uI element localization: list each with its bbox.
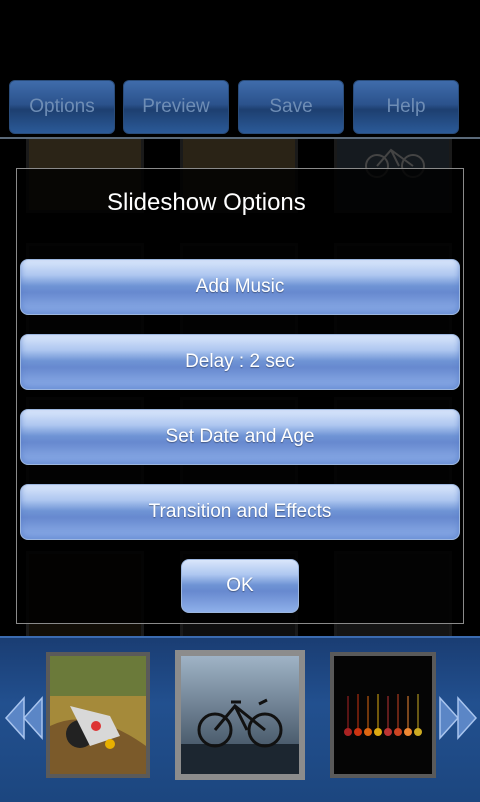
ok-button[interactable]: OK bbox=[181, 559, 299, 613]
preview-button[interactable]: Preview bbox=[123, 80, 229, 134]
top-toolbar: Options Preview Save Help bbox=[0, 0, 480, 139]
motocross-photo bbox=[50, 656, 146, 774]
strip-thumbnail[interactable] bbox=[330, 652, 436, 778]
transition-effects-button[interactable]: Transition and Effects bbox=[20, 484, 460, 540]
strip-thumbnail-selected[interactable] bbox=[175, 650, 305, 780]
previous-arrow-icon[interactable] bbox=[4, 696, 44, 740]
delay-button[interactable]: Delay : 2 sec bbox=[20, 334, 460, 390]
slideshow-options-dialog: Slideshow Options Add Music Delay : 2 se… bbox=[16, 168, 464, 624]
strip-thumbnail[interactable] bbox=[46, 652, 150, 778]
add-music-button[interactable]: Add Music bbox=[20, 259, 460, 315]
set-date-age-button[interactable]: Set Date and Age bbox=[20, 409, 460, 465]
guitars-photo bbox=[334, 656, 432, 774]
help-button[interactable]: Help bbox=[353, 80, 459, 134]
options-button[interactable]: Options bbox=[9, 80, 115, 134]
next-arrow-icon[interactable] bbox=[438, 696, 478, 740]
bicycle-photo bbox=[181, 656, 299, 774]
save-button[interactable]: Save bbox=[238, 80, 344, 134]
bottom-filmstrip bbox=[0, 636, 480, 802]
dialog-title: Slideshow Options bbox=[107, 189, 306, 216]
